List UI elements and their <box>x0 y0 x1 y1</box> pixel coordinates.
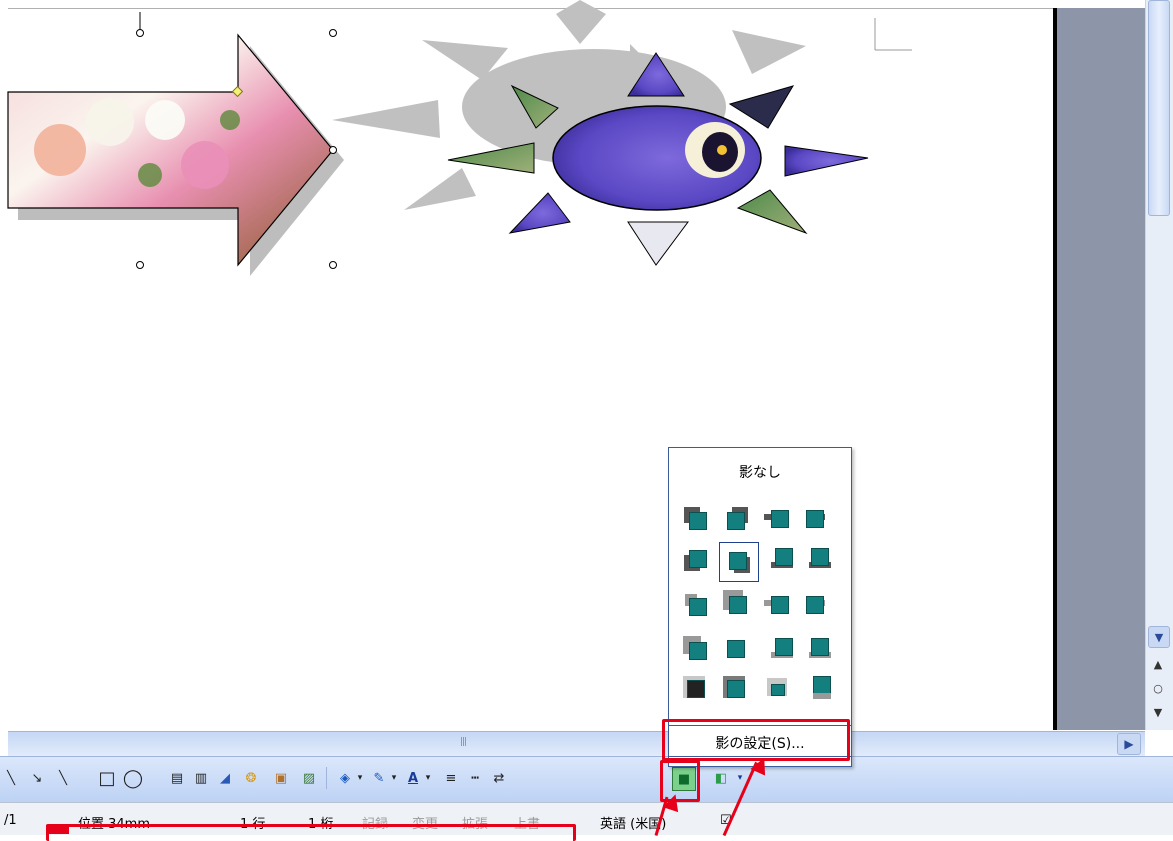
clipart-icon: ▣ <box>274 770 288 786</box>
halfline-tool-button[interactable]: ╲ <box>52 767 74 789</box>
shadow-style-20[interactable] <box>809 674 839 704</box>
shadow-style-14[interactable] <box>721 634 751 664</box>
textbox-icon: ▤ <box>170 770 184 786</box>
rectangle-tool-button[interactable]: □ <box>96 767 118 789</box>
clipart-button[interactable]: ▣ <box>270 767 292 789</box>
textbox-tool-button[interactable]: ▤ <box>166 767 188 789</box>
no-shadow-option[interactable]: 影なし <box>669 462 851 482</box>
wordart-button[interactable]: ◢ <box>214 767 236 789</box>
sun-shape[interactable] <box>332 0 869 266</box>
font-color-icon: A <box>407 770 419 786</box>
margin-corner-mark <box>874 18 912 51</box>
arrow-style-button[interactable]: ⇄ <box>488 767 510 789</box>
arrow-tool-button[interactable]: ↘ <box>26 767 48 789</box>
line-style-icon: ≡ <box>445 770 457 786</box>
shadow-style-3[interactable] <box>761 504 791 534</box>
3d-style-button[interactable]: ◧ <box>710 767 732 789</box>
insert-picture-button[interactable]: ▨ <box>298 767 320 789</box>
line-color-button[interactable]: ✎ <box>368 767 390 789</box>
line-tool-button[interactable]: ╲ <box>0 767 22 789</box>
oval-icon: ◯ <box>122 767 144 789</box>
line-icon: ╲ <box>59 770 67 786</box>
scroll-grip-icon: ||| <box>460 737 467 747</box>
shadow-style-2[interactable] <box>721 504 751 534</box>
pen-icon: ✎ <box>373 770 385 786</box>
drawing-toolbar: ╲ ↘ ╲ □ ◯ ▤ ▥ ◢ ❂ ▣ ▨ ◈ ▾ ✎ ▾ A ▾ ≡ ┅ ⇄ … <box>0 756 1173 803</box>
chevron-down-icon: ▼ <box>1154 630 1164 644</box>
chevron-down-icon: ▾ <box>425 773 431 783</box>
rectangle-icon: □ <box>98 767 116 789</box>
paint-bucket-icon: ◈ <box>340 770 350 786</box>
3d-style-icon: ◧ <box>714 770 728 786</box>
vertical-textbox-icon: ▥ <box>194 770 208 786</box>
chevron-down-icon: ▾ <box>737 773 743 783</box>
line-style-button[interactable]: ≡ <box>440 767 462 789</box>
previous-page-button[interactable]: ▲ <box>1148 654 1168 674</box>
vertical-scroll-thumb[interactable] <box>1148 0 1170 216</box>
chevron-down-icon: ▾ <box>357 773 363 783</box>
dash-style-icon: ┅ <box>471 770 479 786</box>
diagram-button[interactable]: ❂ <box>240 767 262 789</box>
shadow-style-18[interactable] <box>721 674 751 704</box>
oval-tool-button[interactable]: ◯ <box>122 767 144 789</box>
shadow-style-8[interactable] <box>807 544 837 574</box>
word-window: ▼ ▲ ○ ▼ ||| ▶ ╲ ↘ ╲ □ ◯ ▤ ▥ ◢ ❂ ▣ ▨ ◈ ▾ … <box>0 0 1173 841</box>
shadow-style-15[interactable] <box>769 634 799 664</box>
annotation-marker <box>49 826 69 834</box>
shadow-style-11[interactable] <box>761 590 791 620</box>
shadow-style-12[interactable] <box>801 590 831 620</box>
shadow-style-16[interactable] <box>807 634 837 664</box>
fill-color-button[interactable]: ◈ <box>334 767 356 789</box>
arrow-line-icon: ↘ <box>31 770 43 786</box>
status-page: /1 <box>4 813 17 828</box>
diagram-icon: ❂ <box>245 770 257 786</box>
shadow-style-10[interactable] <box>721 588 751 618</box>
circle-icon: ○ <box>1153 681 1163 695</box>
workspace-background <box>1057 8 1145 730</box>
arrow-style-icon: ⇄ <box>493 770 505 786</box>
shadow-style-1[interactable] <box>681 504 711 534</box>
shadow-style-4[interactable] <box>801 504 831 534</box>
scroll-down-button[interactable]: ▼ <box>1148 626 1170 648</box>
dash-style-button[interactable]: ┅ <box>464 767 486 789</box>
browse-object-button[interactable]: ○ <box>1148 678 1168 698</box>
shadow-style-9[interactable] <box>681 590 711 620</box>
next-page-button[interactable]: ▼ <box>1148 702 1168 722</box>
wordart-icon: ◢ <box>220 770 230 786</box>
horizontal-scrollbar[interactable] <box>8 731 1145 756</box>
font-color-button[interactable]: A <box>402 767 424 789</box>
chevron-right-icon: ▶ <box>1124 737 1134 751</box>
picture-icon: ▨ <box>302 770 316 786</box>
line-color-dropdown[interactable]: ▾ <box>388 767 400 789</box>
document-canvas <box>7 0 912 276</box>
arrow-shape[interactable] <box>7 33 344 276</box>
font-color-dropdown[interactable]: ▾ <box>422 767 434 789</box>
chevron-down-icon: ▾ <box>391 773 397 783</box>
shadow-style-6-selected[interactable] <box>719 542 759 582</box>
shadow-style-7[interactable] <box>769 544 799 574</box>
vertical-textbox-button[interactable]: ▥ <box>190 767 212 789</box>
annotation-highlight-box <box>46 824 576 841</box>
fill-color-dropdown[interactable]: ▾ <box>354 767 366 789</box>
shadow-style-19[interactable] <box>765 674 795 704</box>
shadow-style-13[interactable] <box>681 634 711 664</box>
shadow-style-5[interactable] <box>681 544 711 574</box>
double-up-icon: ▲ <box>1153 657 1163 671</box>
double-down-icon: ▼ <box>1153 705 1163 719</box>
scroll-right-button[interactable]: ▶ <box>1117 733 1141 755</box>
line-icon: ╲ <box>7 770 15 786</box>
shadow-style-17[interactable] <box>681 674 711 704</box>
